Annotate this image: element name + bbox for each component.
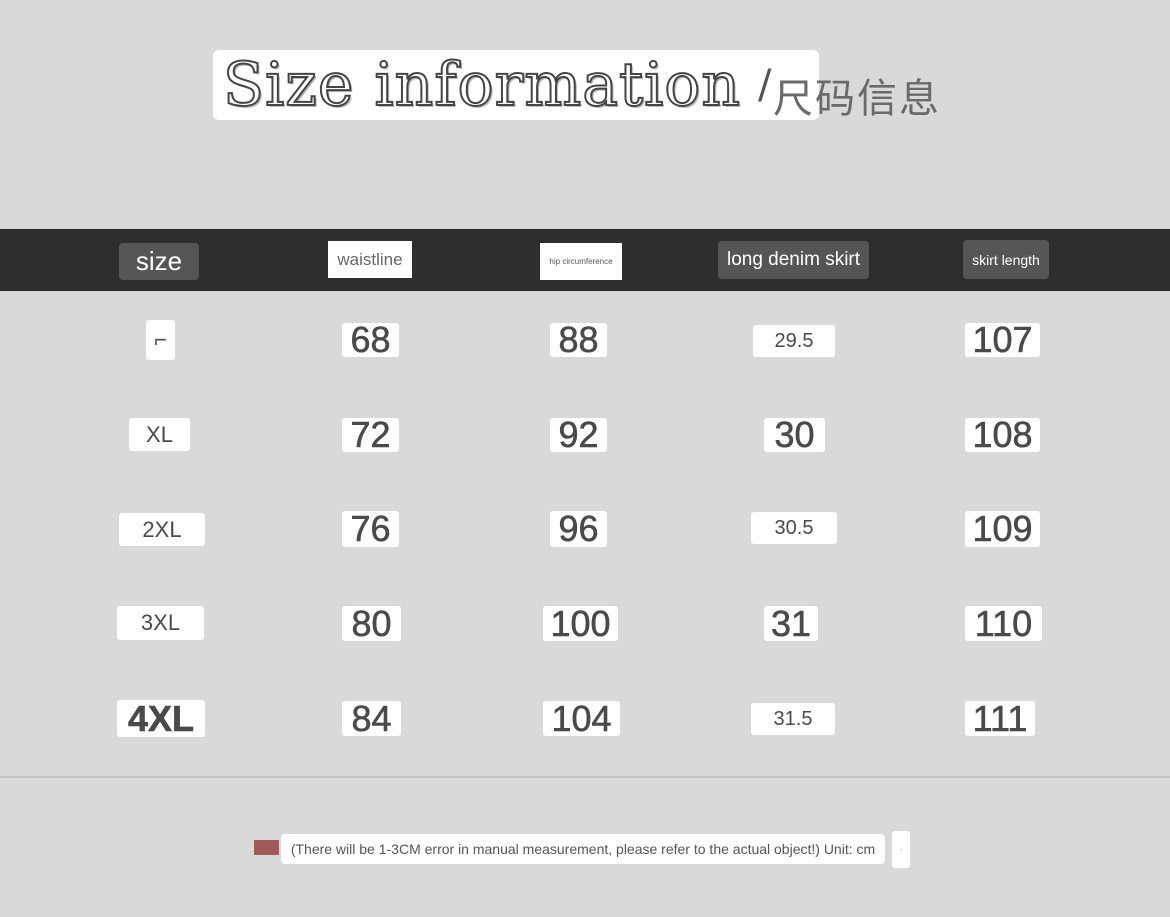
table-header: size waistline hip circumference long de… bbox=[0, 229, 1170, 291]
title-separator: / bbox=[758, 62, 772, 108]
cell-long-denim-skirt: 29.5 bbox=[753, 325, 835, 357]
cell-skirt-length: 108 bbox=[965, 414, 1040, 455]
divider bbox=[0, 776, 1170, 778]
cell-size: ⌐ bbox=[146, 320, 175, 360]
cell-skirt-length: 107 bbox=[965, 319, 1040, 360]
cell-waistline: 76 bbox=[342, 508, 399, 549]
measurement-note: (There will be 1-3CM error in manual mea… bbox=[281, 834, 885, 864]
cell-hip: 104 bbox=[543, 697, 620, 739]
cell-waistline: 68 bbox=[342, 319, 399, 360]
header-skirt-length: skirt length bbox=[963, 240, 1049, 279]
cell-size: XL bbox=[129, 418, 190, 451]
cell-waistline: 84 bbox=[342, 697, 401, 739]
cell-long-denim-skirt: 30.5 bbox=[751, 512, 837, 544]
title-banner: Size information bbox=[213, 49, 819, 121]
cell-long-denim-skirt: 30 bbox=[764, 414, 825, 455]
header-hip-circumference: hip circumference bbox=[540, 243, 622, 280]
cell-hip: 88 bbox=[550, 319, 607, 360]
cell-hip: 96 bbox=[550, 508, 607, 549]
cell-skirt-length: 109 bbox=[965, 508, 1040, 549]
note-color-swatch bbox=[254, 840, 279, 855]
cell-waistline: 80 bbox=[342, 602, 401, 644]
header-waistline: waistline bbox=[328, 241, 412, 278]
title-chinese: 尺码信息 bbox=[773, 76, 941, 122]
title-english: Size information bbox=[222, 49, 742, 121]
page-title: Size information / 尺码信息 bbox=[213, 49, 939, 122]
cell-long-denim-skirt: 31.5 bbox=[751, 703, 835, 735]
header-long-denim-skirt: long denim skirt bbox=[718, 241, 869, 279]
header-size: size bbox=[119, 243, 199, 280]
cell-hip: 100 bbox=[543, 602, 618, 644]
cell-size: 4XL bbox=[117, 697, 205, 739]
cell-size: 2XL bbox=[119, 513, 205, 546]
cell-skirt-length: 110 bbox=[965, 602, 1042, 644]
cell-skirt-length: 111 bbox=[965, 697, 1035, 739]
cell-waistline: 72 bbox=[342, 414, 399, 455]
cell-long-denim-skirt: 31 bbox=[764, 602, 818, 644]
cell-hip: 92 bbox=[550, 414, 607, 455]
note-trailing-mark: · bbox=[892, 831, 910, 868]
cell-size: 3XL bbox=[117, 606, 204, 640]
